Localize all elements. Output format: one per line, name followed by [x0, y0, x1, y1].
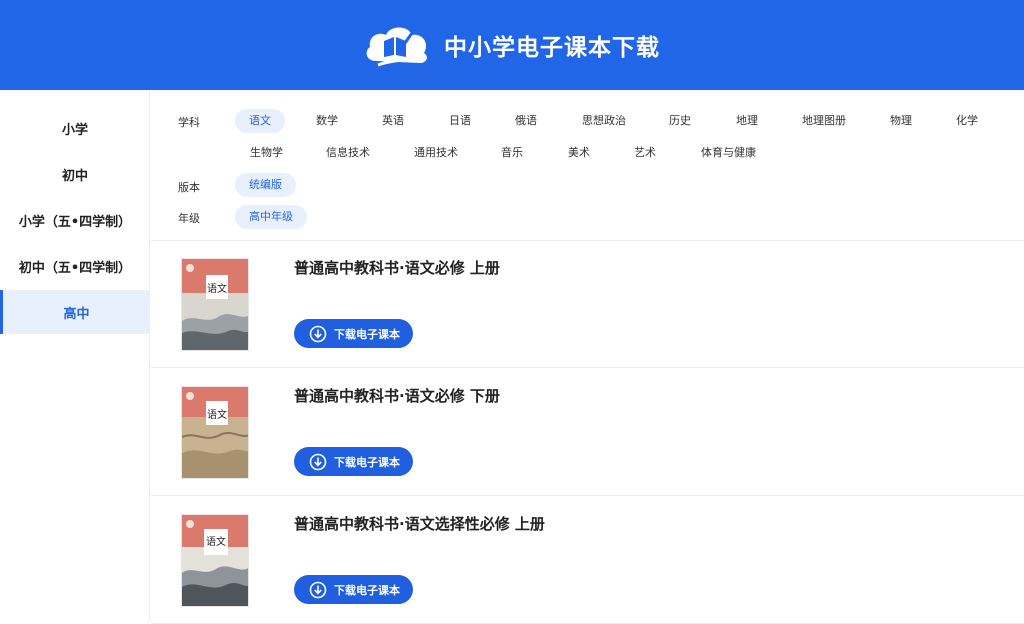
- sidebar-item-junior[interactable]: 初中: [0, 152, 150, 196]
- sidebar-item-primary-54[interactable]: 小学（五•四学制）: [0, 198, 150, 242]
- download-button[interactable]: 下载电子课本: [294, 575, 413, 604]
- header: 中小学电子课本下载: [0, 0, 1024, 90]
- book-item: 语文 普通高中教科书·语文必修 下册 下载电子课本: [151, 369, 1024, 496]
- subject-chip-chinese[interactable]: 语文: [235, 109, 285, 133]
- book-cover[interactable]: 语文: [181, 386, 249, 479]
- subject-chip-pe-health[interactable]: 体育与健康: [701, 141, 756, 165]
- download-icon: [309, 325, 327, 342]
- book-title[interactable]: 普通高中教科书·语文选择性必修 上册: [294, 513, 545, 534]
- site-title: 中小学电子课本下载: [444, 35, 660, 61]
- sidebar-item-primary[interactable]: 小学: [0, 106, 150, 150]
- download-icon: [309, 581, 327, 598]
- svg-text:语文: 语文: [206, 535, 226, 548]
- subject-chip-chemistry[interactable]: 化学: [956, 109, 978, 133]
- download-label: 下载电子课本: [334, 327, 400, 341]
- grade-label: 年级: [178, 212, 200, 225]
- cloud-book-icon: [366, 27, 427, 67]
- subject-chip-politics[interactable]: 思想政治: [582, 109, 626, 133]
- subject-chip-english[interactable]: 英语: [382, 109, 404, 133]
- sidebar-item-senior[interactable]: 高中: [0, 290, 150, 334]
- subject-chip-arts[interactable]: 艺术: [634, 141, 656, 165]
- subject-chip-math[interactable]: 数学: [316, 109, 338, 133]
- subject-chip-japanese[interactable]: 日语: [449, 109, 471, 133]
- edition-chip-tongbian[interactable]: 统编版: [235, 173, 296, 197]
- subject-chip-physics[interactable]: 物理: [890, 109, 912, 133]
- book-item: 语文 普通高中教科书·语文必修 上册 下载电子课本: [151, 241, 1024, 368]
- subject-chip-russian[interactable]: 俄语: [515, 109, 537, 133]
- download-button[interactable]: 下载电子课本: [294, 447, 413, 476]
- subject-chip-geo-atlas[interactable]: 地理图册: [802, 109, 846, 133]
- subject-label: 学科: [178, 116, 200, 129]
- download-label: 下载电子课本: [334, 583, 400, 597]
- download-label: 下载电子课本: [334, 455, 400, 469]
- logo[interactable]: 中小学电子课本下载: [364, 23, 660, 67]
- book-title[interactable]: 普通高中教科书·语文必修 下册: [294, 385, 500, 406]
- book-title[interactable]: 普通高中教科书·语文必修 上册: [294, 257, 500, 278]
- svg-text:语文: 语文: [207, 408, 227, 421]
- subject-chip-music[interactable]: 音乐: [501, 141, 523, 165]
- grade-chip-senior[interactable]: 高中年级: [235, 205, 307, 229]
- book-cover[interactable]: 语文: [181, 514, 249, 607]
- svg-text:语文: 语文: [207, 282, 227, 295]
- subject-chip-history[interactable]: 历史: [669, 109, 691, 133]
- download-icon: [309, 453, 327, 470]
- subject-chip-general-tech[interactable]: 通用技术: [414, 141, 458, 165]
- sidebar-item-junior-54[interactable]: 初中（五•四学制）: [0, 244, 150, 288]
- subject-chip-biology[interactable]: 生物学: [250, 141, 283, 165]
- download-button[interactable]: 下载电子课本: [294, 319, 413, 348]
- edition-label: 版本: [178, 181, 200, 194]
- subject-chip-fine-arts[interactable]: 美术: [568, 141, 590, 165]
- stage-sidebar: 小学 初中 小学（五•四学制） 初中（五•四学制） 高中: [0, 90, 150, 621]
- subject-chip-geography[interactable]: 地理: [736, 109, 758, 133]
- book-item: 语文 普通高中教科书·语文选择性必修 上册 下载电子课本: [151, 497, 1024, 624]
- filter-panel: 学科 语文 数学 英语 日语 俄语 思想政治 历史 地理 地理图册 物理 化学 …: [151, 90, 1024, 241]
- subject-chip-it[interactable]: 信息技术: [326, 141, 370, 165]
- book-cover[interactable]: 语文: [181, 258, 249, 351]
